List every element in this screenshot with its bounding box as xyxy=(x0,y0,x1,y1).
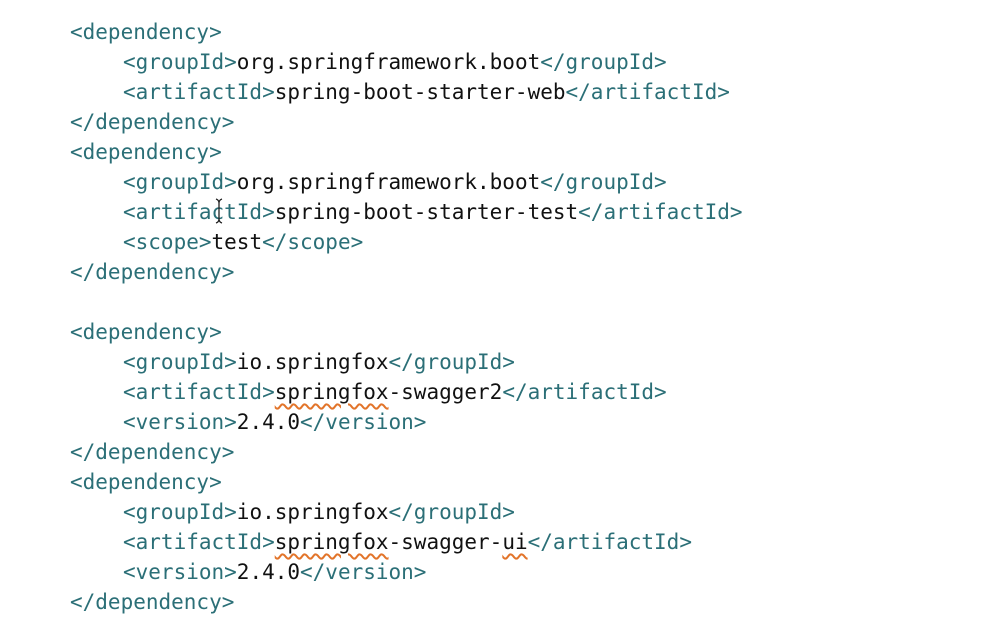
xml-tag: <version> xyxy=(123,410,237,434)
code-line[interactable]: <dependency> xyxy=(70,137,222,167)
xml-tag: <artifactId> xyxy=(123,530,275,554)
xml-tag: <version> xyxy=(123,560,237,584)
xml-tag: <artifactId> xyxy=(123,200,275,224)
xml-tag: </scope> xyxy=(262,230,364,254)
xml-tag: </dependency> xyxy=(70,590,235,614)
xml-text: org.springframework.boot xyxy=(236,170,541,194)
i-beam-cursor-icon xyxy=(215,198,223,224)
xml-tag: </groupId> xyxy=(540,50,667,74)
xml-text: io.springfox xyxy=(236,350,389,374)
xml-tag: <dependency> xyxy=(70,470,222,494)
code-line[interactable]: <artifactId>springfox-swagger-ui</artifa… xyxy=(123,527,692,557)
code-editor[interactable]: <dependency> <groupId>org.springframework… xyxy=(0,0,990,644)
code-line[interactable]: <scope>test</scope> xyxy=(123,227,363,257)
code-line[interactable]: </dependency> xyxy=(70,437,234,467)
xml-text: test xyxy=(211,230,263,254)
code-line[interactable]: <artifactId>spring-boot-starter-web</art… xyxy=(123,77,730,107)
xml-tag: <dependency> xyxy=(70,20,222,44)
xml-text: spring-boot-starter-web xyxy=(274,80,566,104)
xml-tag: </groupId> xyxy=(388,500,515,524)
code-line[interactable]: </dependency> xyxy=(70,107,234,137)
xml-tag: <dependency> xyxy=(70,140,222,164)
xml-tag: <groupId> xyxy=(123,500,237,524)
misspelled-text: springfox xyxy=(274,380,389,404)
xml-tag: </artifactId> xyxy=(502,380,667,404)
code-line[interactable]: <dependency> xyxy=(70,467,222,497)
xml-text: spring-boot-starter-test xyxy=(274,200,579,224)
xml-text: org.springframework.boot xyxy=(236,50,541,74)
code-line[interactable]: <dependency> xyxy=(70,17,222,47)
misspelled-text: springfox xyxy=(274,530,389,554)
xml-tag: </dependency> xyxy=(70,260,235,284)
xml-tag: </artifactId> xyxy=(527,530,692,554)
xml-text: -swagger2 xyxy=(388,380,503,404)
xml-text: 2.4.0 xyxy=(236,410,301,434)
code-line[interactable]: <version>2.4.0</version> xyxy=(123,557,426,587)
xml-text: -swagger- xyxy=(388,530,503,554)
code-line[interactable]: </dependency> xyxy=(70,587,234,617)
xml-tag: <dependency> xyxy=(70,320,222,344)
xml-tag: <groupId> xyxy=(123,350,237,374)
xml-tag: </version> xyxy=(300,560,427,584)
xml-text: io.springfox xyxy=(236,500,389,524)
xml-tag: </groupId> xyxy=(540,170,667,194)
xml-tag: <scope> xyxy=(123,230,212,254)
xml-tag: </groupId> xyxy=(388,350,515,374)
xml-tag: <groupId> xyxy=(123,170,237,194)
xml-tag: <artifactId> xyxy=(123,380,275,404)
code-line[interactable]: <dependency> xyxy=(70,317,222,347)
xml-text: 2.4.0 xyxy=(236,560,301,584)
xml-tag: </artifactId> xyxy=(565,80,730,104)
xml-tag: </dependency> xyxy=(70,110,235,134)
xml-tag: </artifactId> xyxy=(578,200,743,224)
code-line[interactable]: <groupId>io.springfox</groupId> xyxy=(123,497,515,527)
code-line[interactable]: </dependency> xyxy=(70,257,234,287)
xml-tag: <groupId> xyxy=(123,50,237,74)
code-line[interactable]: <artifactId>springfox-swagger2</artifact… xyxy=(123,377,667,407)
code-line[interactable]: <groupId>io.springfox</groupId> xyxy=(123,347,515,377)
xml-tag: </version> xyxy=(300,410,427,434)
code-line[interactable]: <groupId>org.springframework.boot</group… xyxy=(123,167,667,197)
xml-tag: </dependency> xyxy=(70,440,235,464)
xml-tag: <artifactId> xyxy=(123,80,275,104)
code-line[interactable]: <groupId>org.springframework.boot</group… xyxy=(123,47,667,77)
misspelled-text: ui xyxy=(502,530,528,554)
code-line[interactable]: <version>2.4.0</version> xyxy=(123,407,426,437)
